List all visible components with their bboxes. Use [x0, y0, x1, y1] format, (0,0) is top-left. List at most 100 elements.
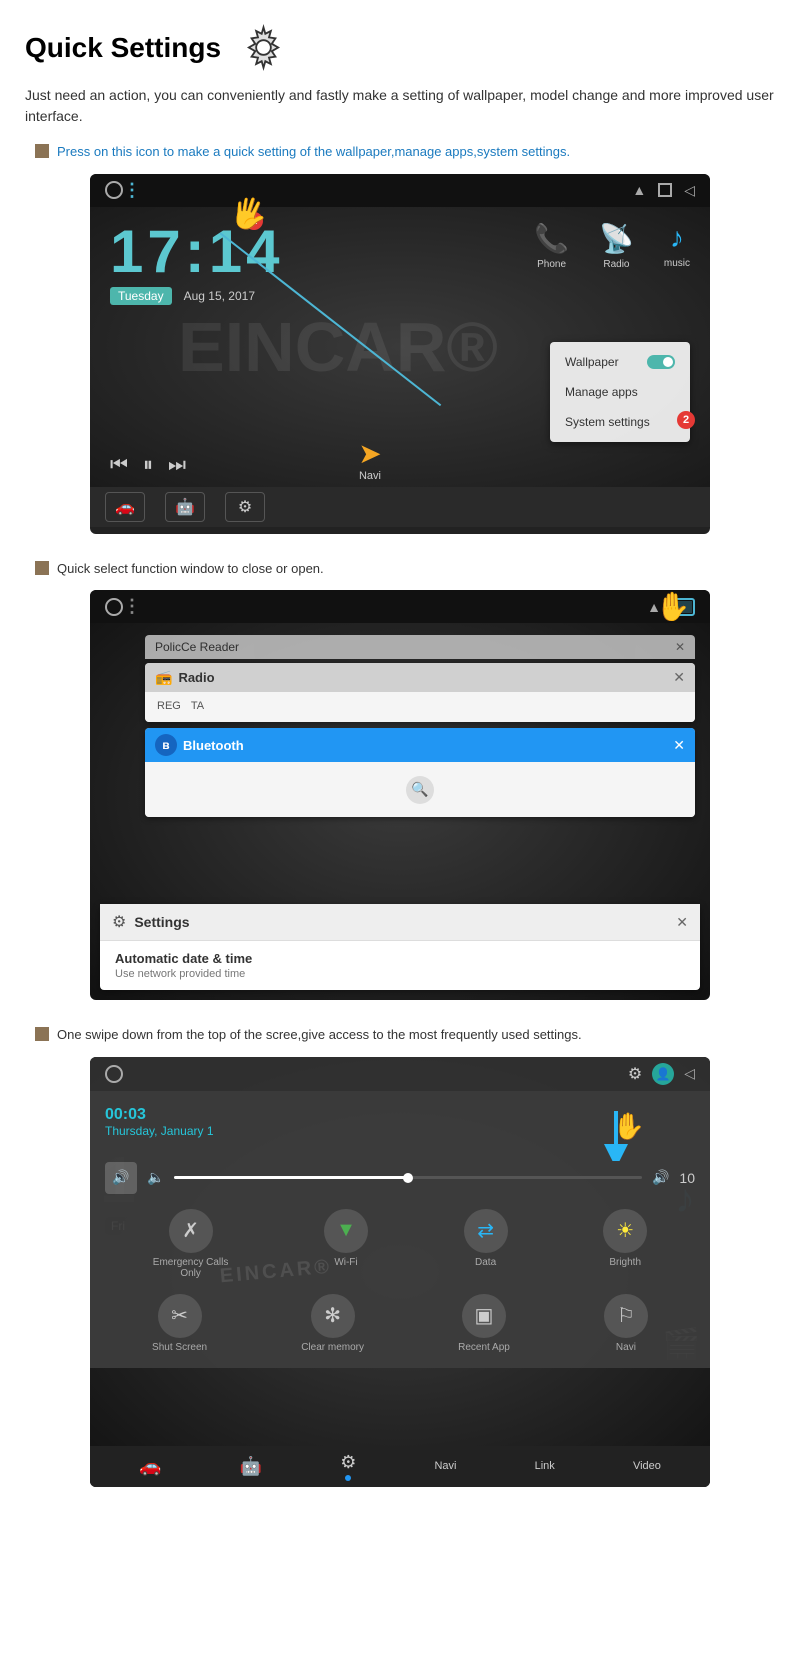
status-icons-right: ▲ ◁: [632, 182, 695, 199]
radio-window: 📻 Radio ✕ REG TA: [145, 663, 695, 722]
volume-high-icon: 🔊: [652, 1169, 669, 1186]
volume-number: 10: [679, 1170, 695, 1186]
navi-icon-item: ⚐ Navi: [604, 1294, 648, 1353]
wallpaper-menu-item[interactable]: Wallpaper: [550, 347, 690, 377]
system-settings-label: System settings: [565, 415, 650, 429]
ss3-status-bar: ⚙ 👤 ◁: [90, 1057, 710, 1091]
wallpaper-label: Wallpaper: [565, 355, 619, 369]
settings-title-text: Settings: [134, 914, 189, 930]
section1-bullet: [35, 144, 49, 158]
section2-text: Quick select function window to close or…: [57, 559, 324, 579]
watermark1: EINCAR®: [178, 307, 498, 387]
wifi-icon[interactable]: ▼: [324, 1209, 368, 1253]
partial-window-title: PolicCe Reader: [155, 640, 239, 654]
status-triangle-icon: ▲: [632, 182, 646, 198]
section3-text: One swipe down from the top of the scree…: [57, 1025, 582, 1045]
ss1-date-row: Tuesday Aug 15, 2017: [110, 287, 255, 305]
phone-label: Phone: [537, 259, 566, 270]
clear-memory-icon[interactable]: ✻: [311, 1294, 355, 1338]
music-label: music: [664, 258, 690, 269]
bluetooth-title-text: Bluetooth: [183, 738, 244, 753]
bluetooth-title: ʙ Bluetooth: [155, 734, 244, 756]
ss1-day: Tuesday: [110, 287, 172, 305]
partial-window-close[interactable]: ✕: [675, 640, 685, 654]
wallpaper-toggle[interactable]: [647, 355, 675, 369]
pointer-line: [219, 232, 441, 406]
radio-close-button[interactable]: ✕: [673, 669, 685, 686]
section2-container: Quick select function window to close or…: [25, 559, 775, 1001]
volume-low-icon: 🔈: [147, 1169, 164, 1186]
volume-slider-thumb: [403, 1173, 413, 1183]
settings-window: ⚙ Settings ✕ Automatic date & time Use n…: [100, 904, 700, 990]
next-icon: ⏭: [168, 454, 186, 477]
tab-settings[interactable]: ⚙: [225, 492, 265, 522]
prev-icon: ⏮: [110, 454, 128, 477]
windows-stack: PolicCe Reader ✕ 📻 Radio ✕: [145, 635, 695, 823]
recent-app-icon[interactable]: ▣: [462, 1294, 506, 1338]
navi-label: Navi: [359, 470, 381, 482]
ss1-date: Aug 15, 2017: [184, 289, 255, 303]
blue-arrow-svg: [601, 1111, 631, 1161]
media-controls: ⏮ ⏸ ⏭: [110, 454, 186, 477]
radio-title-text: Radio: [178, 670, 214, 685]
data-icon-item: ⇄ Data: [464, 1209, 508, 1279]
navi-quick-icon[interactable]: ⚐: [604, 1294, 648, 1338]
manage-apps-menu-item[interactable]: Manage apps: [550, 377, 690, 407]
emergency-icon[interactable]: ✗: [169, 1209, 213, 1253]
status-circle: [105, 181, 123, 199]
navi-arrow-icon: ➤: [358, 437, 381, 470]
bluetooth-icon: ʙ: [155, 734, 177, 756]
quick-icons-row2: ✂ Shut Screen ✻ Clear memory ▣ Recent Ap…: [105, 1294, 695, 1353]
data-icon[interactable]: ⇄: [464, 1209, 508, 1253]
blue-down-arrow: [601, 1111, 631, 1166]
screenshot1-frame: ⋮ ▲ ◁ EINCAR® 1 17:14 Tuesday Aug 15, 20…: [90, 174, 710, 534]
volume-icon: 🔊: [105, 1162, 137, 1194]
ss3-tab-android[interactable]: 🤖: [240, 1456, 262, 1477]
section3-container: One swipe down from the top of the scree…: [25, 1025, 775, 1487]
ss3-car-icon: 🚗: [139, 1456, 161, 1477]
volume-slider-fill: [174, 1176, 408, 1179]
ss2-dots: ⋮: [123, 596, 143, 617]
page-container: Quick Settings Just need an action, you …: [0, 0, 800, 1532]
emergency-icon-item: ✗ Emergency CallsOnly: [153, 1209, 229, 1279]
music-icon: ♪: [670, 222, 684, 254]
radio-label: Radio: [603, 259, 629, 270]
radio-reg: REG: [157, 700, 181, 712]
settings-content: Automatic date & time Use network provid…: [100, 941, 700, 990]
settings-cog-icon: ⚙: [112, 912, 126, 932]
screenshot3-frame: ♪ 🎬 1 Fri EINCAR® ⚙ 👤 ◁: [90, 1057, 710, 1487]
recent-app-label: Recent App: [458, 1342, 510, 1353]
top-partial-window: PolicCe Reader ✕: [145, 635, 695, 659]
radio-icon-item: 📡 Radio: [599, 222, 634, 270]
header-section: Quick Settings: [25, 20, 775, 75]
brightness-label: Brighth: [609, 1257, 641, 1268]
bluetooth-close-button[interactable]: ✕: [673, 737, 685, 754]
settings-close-button[interactable]: ✕: [676, 914, 688, 931]
brightness-icon-item: ☀ Brighth: [603, 1209, 647, 1279]
ss3-tab-link[interactable]: Link: [535, 1460, 555, 1472]
shut-screen-icon[interactable]: ✂: [158, 1294, 202, 1338]
ss3-tab-settings[interactable]: ⚙: [340, 1452, 356, 1481]
bluetooth-window: ʙ Bluetooth ✕ 🔍: [145, 728, 695, 817]
ss3-small-time: 00:03: [105, 1106, 214, 1124]
wifi-label: Wi-Fi: [334, 1257, 357, 1268]
brightness-icon[interactable]: ☀: [603, 1209, 647, 1253]
ss3-tab-car[interactable]: 🚗: [139, 1456, 161, 1477]
music-icon-item: ♪ music: [664, 222, 690, 269]
radio-ta: TA: [191, 700, 204, 712]
tab-car[interactable]: 🚗: [105, 492, 145, 522]
settings-item-desc: Use network provided time: [115, 968, 685, 980]
clear-memory-icon-item: ✻ Clear memory: [301, 1294, 364, 1353]
volume-slider[interactable]: [174, 1176, 642, 1179]
section3-bullet: [35, 1027, 49, 1041]
ss3-tab-video[interactable]: Video: [633, 1460, 661, 1472]
ss3-foreground: ⚙ 👤 ◁ 00:03 Thursday, January 1: [90, 1057, 710, 1368]
tab-android[interactable]: 🤖: [165, 492, 205, 522]
system-settings-menu-item[interactable]: System settings: [550, 407, 690, 437]
pause-icon: ⏸: [143, 454, 153, 477]
section3-label: One swipe down from the top of the scree…: [35, 1025, 775, 1045]
ss3-gear-icon: ⚙: [628, 1064, 642, 1084]
ss3-tab-navi[interactable]: Navi: [434, 1460, 456, 1472]
section1-container: Press on this icon to make a quick setti…: [25, 142, 775, 534]
status-back-icon: ◁: [684, 182, 695, 199]
